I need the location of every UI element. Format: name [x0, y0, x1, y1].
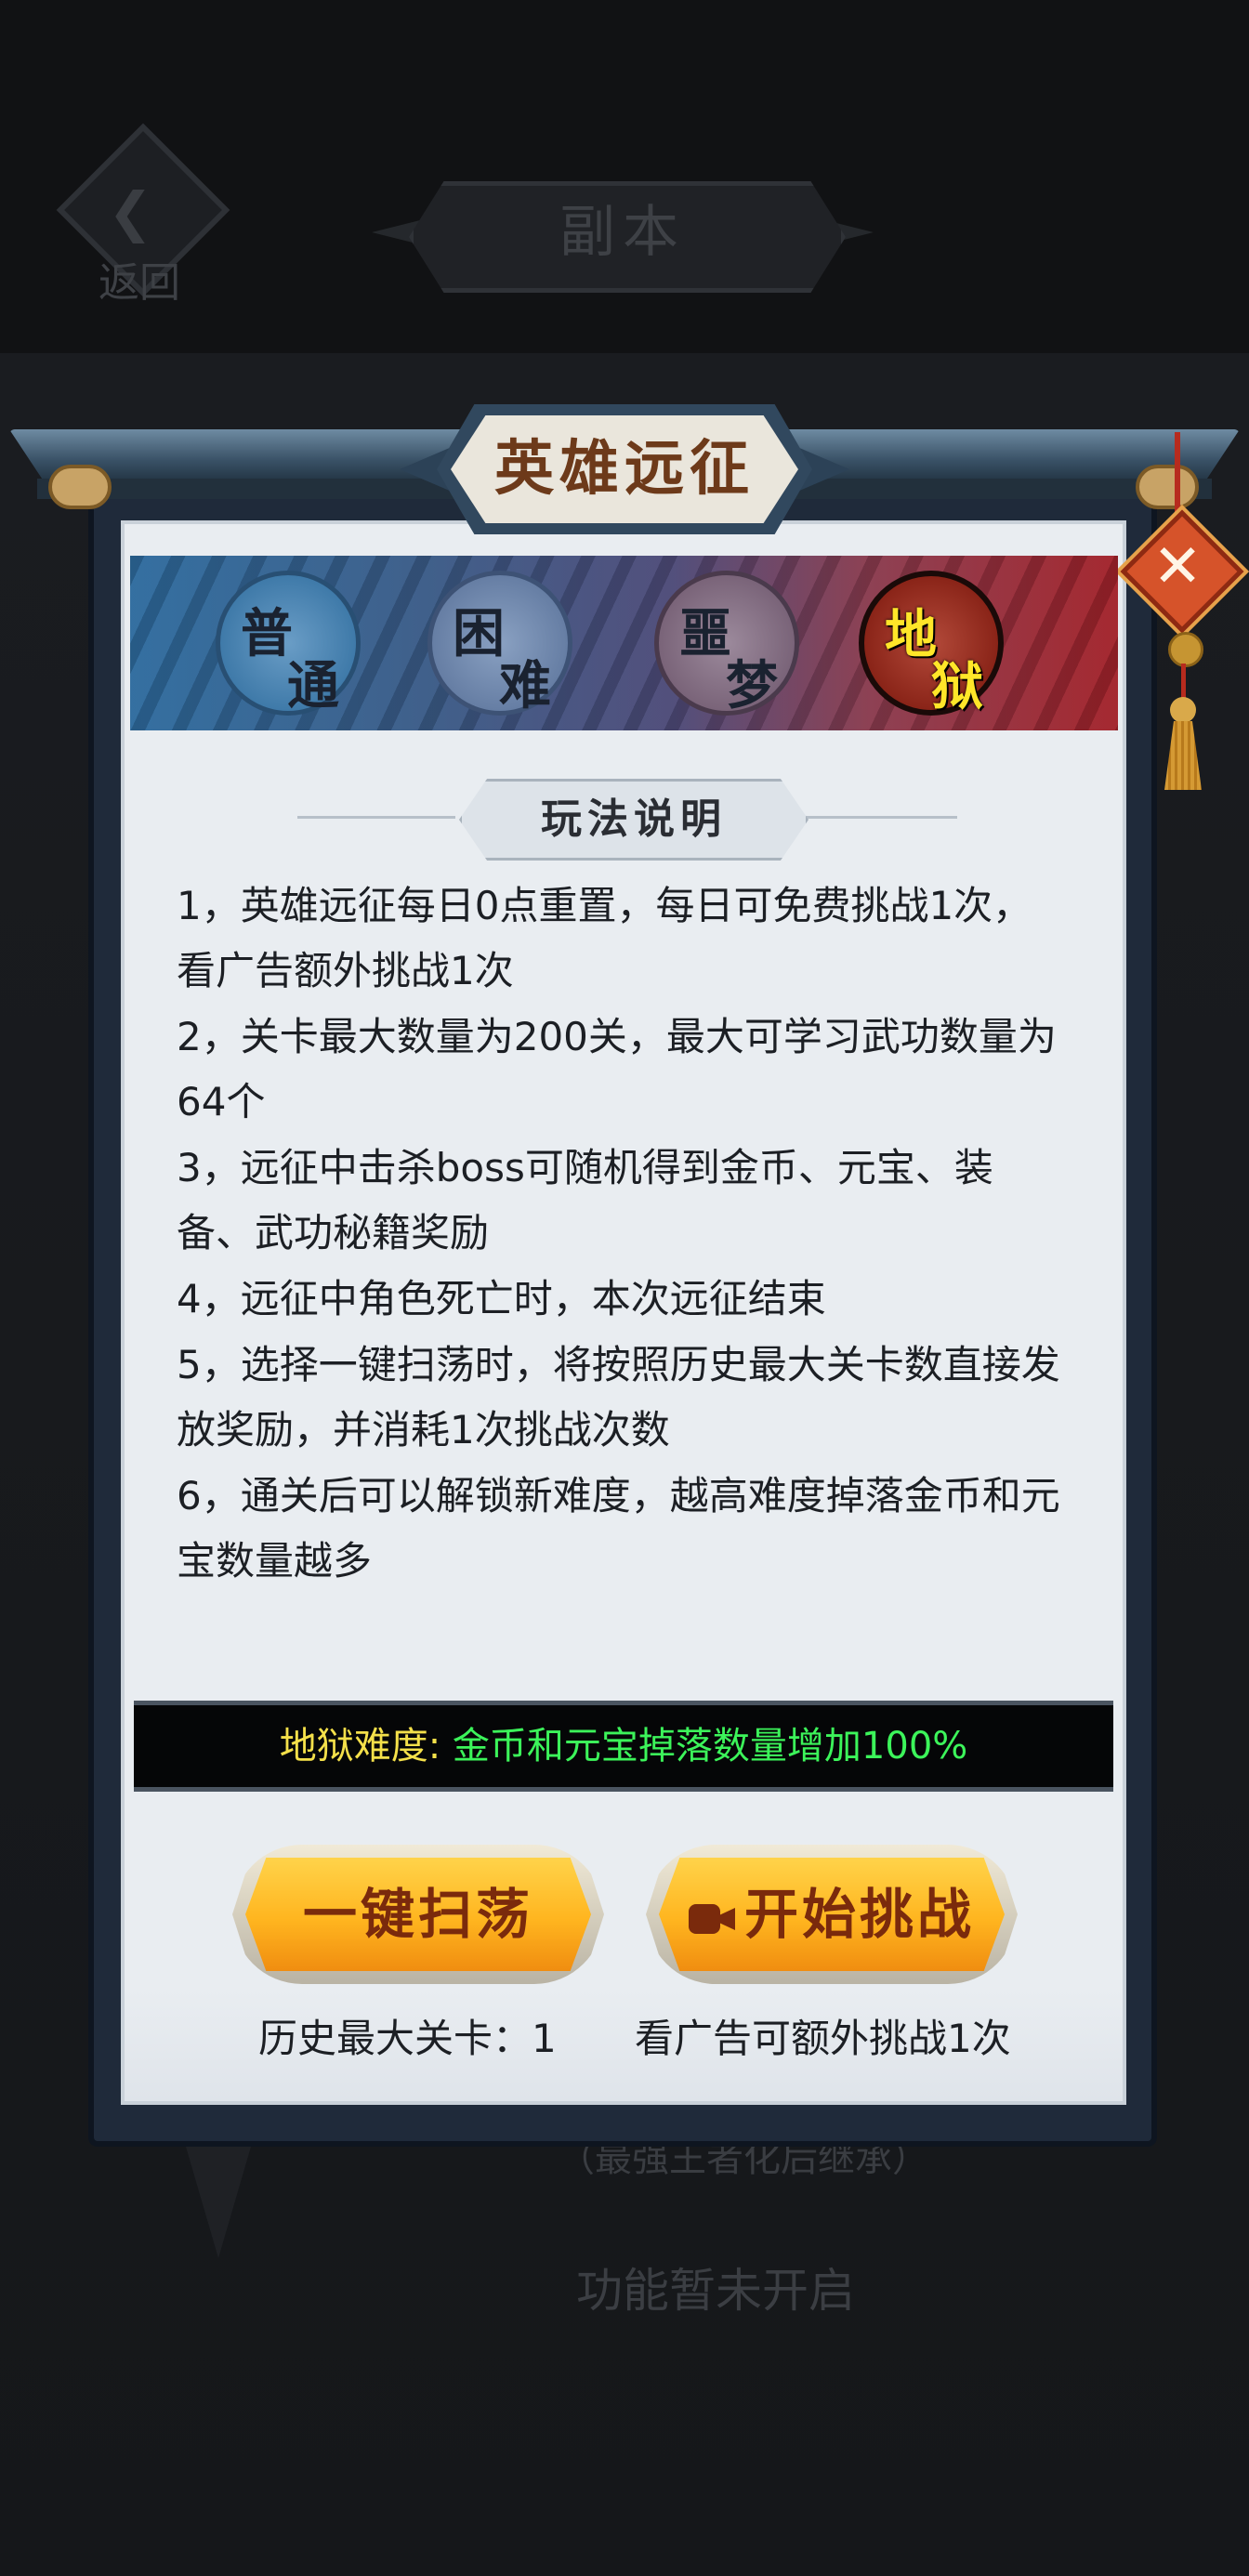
sweep-button-label: 一键扫荡: [302, 1883, 533, 1946]
rule-item: 6，通关后可以解锁新难度，越高难度掉落金币和元宝数量越多: [177, 1473, 1060, 1584]
scroll-ornament-left: [48, 465, 113, 520]
feature-locked-text: 功能暂未开启: [576, 2264, 855, 2318]
difficulty-tab-nightmare[interactable]: 噩 梦: [654, 571, 799, 716]
page-title-plate: 副本: [372, 181, 874, 293]
bonus-label: 地狱难度:: [279, 1725, 453, 1768]
difficulty-tab-hard[interactable]: 困 难: [427, 571, 572, 716]
difficulty-bonus-bar: 地狱难度: 金币和元宝掉落数量增加100%: [134, 1701, 1113, 1792]
difficulty-tab-normal[interactable]: 普 通: [216, 571, 361, 716]
rules-list: 1，英雄远征每日0点重置，每日可免费挑战1次，看广告额外挑战1次 2，关卡最大数…: [177, 874, 1069, 1595]
back-chevron-icon: ❮: [108, 180, 153, 243]
dialog-title: 英雄远征: [494, 434, 755, 504]
video-camera-icon: [688, 1900, 737, 1938]
close-button[interactable]: ✕: [1120, 509, 1244, 634]
difficulty-selector: 普 通 困 难 噩 梦 地 狱: [130, 556, 1118, 730]
dialog-title-banner: 英雄远征: [400, 404, 849, 534]
rules-section-title: 玩法说明: [541, 795, 727, 843]
top-bar: ❮ 返回 副本: [0, 0, 1249, 353]
back-button[interactable]: ❮ 返回: [54, 123, 230, 307]
ad-extra-challenge-hint: 看广告可额外挑战1次: [635, 2016, 1011, 2061]
rule-item: 4，远征中角色死亡时，本次远征结束: [177, 1276, 826, 1321]
bonus-value: 金币和元宝掉落数量增加100%: [452, 1725, 968, 1768]
sweep-button[interactable]: 一键扫荡: [232, 1845, 604, 1984]
rules-section-header: 玩法说明: [459, 779, 809, 861]
rule-item: 5，选择一键扫荡时，将按照历史最大关卡数直接发放奖励，并消耗1次挑战次数: [177, 1342, 1060, 1452]
start-challenge-button[interactable]: 开始挑战: [646, 1845, 1018, 1984]
close-x-icon: ✕: [1152, 532, 1203, 601]
history-max-stage: 历史最大关卡：1: [258, 2016, 557, 2061]
start-challenge-label: 开始挑战: [743, 1883, 975, 1946]
back-label: 返回: [99, 259, 180, 307]
difficulty-tab-hell[interactable]: 地 狱: [859, 571, 1004, 717]
page-title: 副本: [559, 200, 686, 265]
rule-item: 2，关卡最大数量为200关，最大可学习武功数量为64个: [177, 1014, 1057, 1124]
tassel-ornament: [1155, 632, 1211, 790]
rule-item: 3，远征中击杀boss可随机得到金币、元宝、装备、武功秘籍奖励: [177, 1145, 993, 1255]
rule-item: 1，英雄远征每日0点重置，每日可免费挑战1次，看广告额外挑战1次: [177, 883, 1032, 993]
